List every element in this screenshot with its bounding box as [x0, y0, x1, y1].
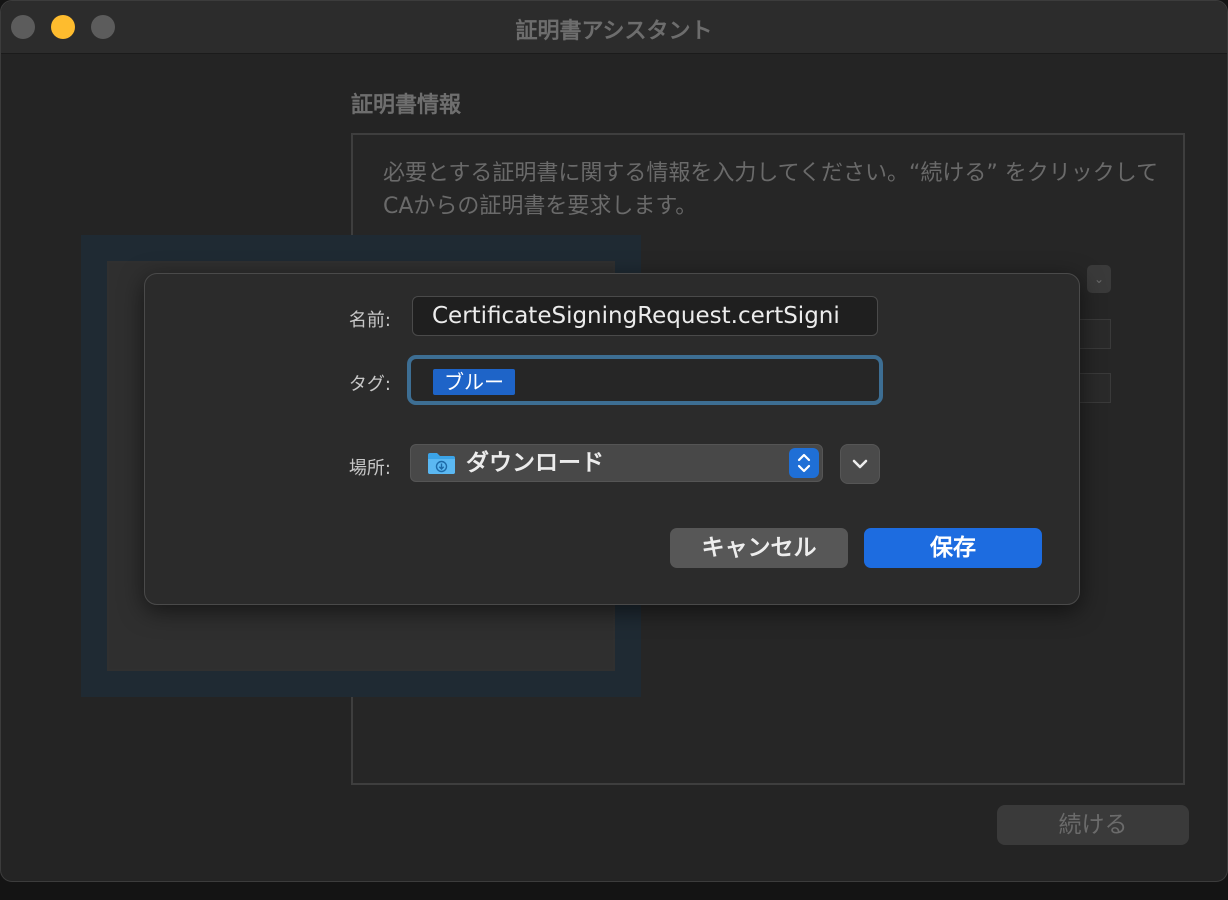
tags-label: タグ:	[348, 374, 391, 395]
name-label: 名前:	[348, 310, 391, 331]
dimmed-popup-button: ⌄	[1087, 265, 1111, 293]
location-popup-button[interactable]: ダウンロード	[410, 444, 823, 482]
tag-token[interactable]: ブルー	[433, 369, 515, 395]
expand-browser-button[interactable]	[840, 444, 880, 484]
cancel-button[interactable]: キャンセル	[670, 528, 848, 568]
continue-button[interactable]: 続ける	[997, 805, 1189, 845]
filename-input[interactable]: CertificateSigningRequest.certSigni	[412, 296, 878, 336]
location-value: ダウンロード	[466, 450, 604, 476]
certificate-assistant-window: 証明書アシスタント 証明書情報 必要とする証明書に関する情報を入力してください。…	[0, 0, 1228, 882]
tags-input[interactable]: ブルー	[407, 355, 883, 405]
up-down-chevron-icon	[789, 448, 819, 478]
title-bar: 証明書アシスタント	[1, 1, 1227, 54]
instructions-text: 必要とする証明書に関する情報を入力してください。“続ける” をクリックしてCAか…	[383, 161, 1159, 219]
save-sheet: 名前: CertificateSigningRequest.certSigni …	[144, 273, 1080, 605]
downloads-folder-icon	[428, 453, 455, 474]
location-label: 場所:	[348, 458, 391, 479]
chevron-down-icon	[852, 459, 868, 469]
save-button[interactable]: 保存	[864, 528, 1042, 568]
section-title: 証明書情報	[351, 93, 462, 118]
window-title: 証明書アシスタント	[515, 19, 713, 44]
